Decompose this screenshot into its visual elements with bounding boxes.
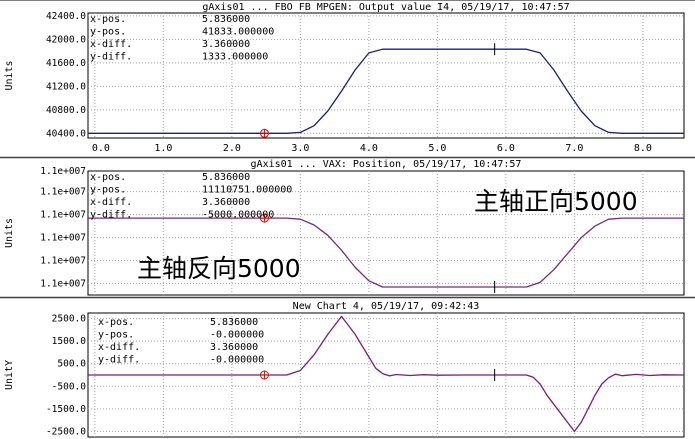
readout-value: 3.360000 xyxy=(210,342,258,353)
readout-value: 5.836000 xyxy=(202,172,250,183)
y-tick-label: 40800.0 xyxy=(46,105,86,116)
readout-value: 3.360000 xyxy=(202,39,250,50)
annotation-reverse: 主轴反向5000 xyxy=(137,254,301,283)
y-tick-label: 1.1e+007 xyxy=(40,279,86,290)
chart-panel-1[interactable]: gAxis01 ... FBO FB MPGEN: Output value I… xyxy=(0,2,695,159)
y-axis-label: Units xyxy=(4,60,15,90)
readout-label: x-pos. xyxy=(90,14,126,25)
chart-panel-3[interactable]: New Chart 4, 05/19/17, 09:42:43 -2500.0 -1… xyxy=(4,301,685,438)
y-tick-label: 41200.0 xyxy=(46,81,86,92)
x-tick-label: 6.0 xyxy=(497,143,515,154)
plot-area[interactable] xyxy=(87,12,685,139)
readout-label: x-pos. xyxy=(98,317,134,328)
x-tick-label: 5.0 xyxy=(428,143,446,154)
x-tick-label: 4.0 xyxy=(360,143,378,154)
readout-label: y-pos. xyxy=(98,330,134,341)
chart-title: gAxis01 ... VAX: Position, 05/19/17, 10:… xyxy=(251,159,522,170)
y-tick-label: 2500.0 xyxy=(52,314,87,325)
cursor-marker[interactable] xyxy=(259,370,269,380)
y-axis-label: Units xyxy=(4,218,15,248)
cursor-marker[interactable] xyxy=(259,128,269,138)
y-tick-label: 1.1e+007 xyxy=(40,233,86,244)
y-tick-label: 1.1e+007 xyxy=(40,210,86,221)
y-tick-label: 1.1e+007 xyxy=(40,187,86,198)
readout-label: y-pos. xyxy=(90,185,126,196)
readout-value: -0.000000 xyxy=(210,330,264,341)
y-tick-label: -1500.0 xyxy=(46,404,86,415)
x-tick-label: 1.0 xyxy=(154,143,172,154)
readout-value: -0.000000 xyxy=(210,355,264,366)
trace-scope: gAxis01 ... FBO FB MPGEN: Output value I… xyxy=(0,0,695,439)
readout-label: y-diff. xyxy=(90,210,132,221)
readout-label: x-diff. xyxy=(90,197,132,208)
readout-label: y-diff. xyxy=(98,355,140,366)
y-tick-label: -500.0 xyxy=(52,381,87,392)
y-tick-label: -2500.0 xyxy=(46,426,86,437)
x-tick-label: 7.0 xyxy=(565,143,583,154)
y-tick-label: 1.1e+007 xyxy=(40,166,86,177)
y-tick-label: 41600.0 xyxy=(46,58,86,69)
y-tick-label: 42400.0 xyxy=(46,11,86,22)
trace-charts: gAxis01 ... FBO FB MPGEN: Output value I… xyxy=(0,0,695,438)
readout-value: -5000.000000 xyxy=(202,210,274,221)
x-tick-label: 0.0 xyxy=(92,143,110,154)
y-tick-label: 40400.0 xyxy=(46,128,86,139)
x-tick-label: 8.0 xyxy=(634,143,652,154)
y-tick-label: 500.0 xyxy=(57,359,86,370)
readout-value: 11110751.000000 xyxy=(202,185,292,196)
readout-value: 5.836000 xyxy=(202,14,250,25)
y-tick-label: 1500.0 xyxy=(52,336,87,347)
readout-value: 1333.000000 xyxy=(202,52,268,63)
x-tick-label: 2.0 xyxy=(223,143,241,154)
x-tick-label: 3.0 xyxy=(291,143,309,154)
annotation-forward: 主轴正向5000 xyxy=(474,187,638,216)
y-axis-label: UnitY xyxy=(4,360,15,390)
readout-label: y-diff. xyxy=(90,52,132,63)
readout-label: x-diff. xyxy=(98,342,140,353)
readout-label: y-pos. xyxy=(90,27,126,38)
readout-value: 5.836000 xyxy=(210,317,258,328)
y-tick-label: 1.1e+007 xyxy=(40,256,86,267)
y-tick-label: 42000.0 xyxy=(46,34,86,45)
readout-value: 3.360000 xyxy=(202,197,250,208)
readout-value: 41833.000000 xyxy=(202,27,274,38)
readout-label: x-pos. xyxy=(90,172,126,183)
readout-label: x-diff. xyxy=(90,39,132,50)
chart-title: New Chart 4, 05/19/17, 09:42:43 xyxy=(293,301,480,312)
chart-panel-2[interactable]: gAxis01 ... VAX: Position, 05/19/17, 10:… xyxy=(0,159,695,299)
chart-title: gAxis01 ... FBO FB MPGEN: Output value I… xyxy=(202,2,569,13)
